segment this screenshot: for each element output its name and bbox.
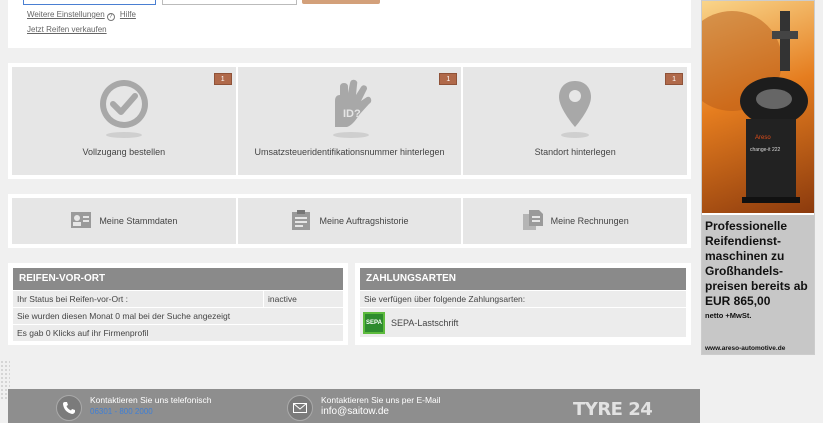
clipboard-icon bbox=[290, 209, 312, 233]
svg-text:Areso: Areso bbox=[755, 135, 771, 141]
reifen-vor-ort-panel: REIFEN-VOR-ORT Ihr Status bei Reifen-vor… bbox=[8, 263, 348, 345]
email-link[interactable]: info@saitow.de bbox=[321, 406, 441, 417]
svg-text:change-it 222: change-it 222 bbox=[750, 147, 781, 153]
tyre24-logo[interactable]: TYRE 24 bbox=[573, 399, 653, 420]
tile-vat-id[interactable]: 1 ID? Umsatzsteueridentifikationsnummer … bbox=[237, 67, 462, 175]
search-input-secondary[interactable] bbox=[162, 0, 297, 5]
tile-label: Umsatzsteueridentifikationsnummer hinter… bbox=[254, 147, 445, 157]
settings-info-icon[interactable]: ? bbox=[106, 13, 115, 21]
table-row: Ihr Status bei Reifen-vor-Ort : inactive bbox=[13, 290, 343, 307]
tile-badge: 1 bbox=[439, 73, 458, 85]
search-links: Weitere Einstellungen? Hilfe bbox=[27, 10, 136, 21]
ad-url: www.areso-automotive.de bbox=[705, 345, 786, 352]
map-pin-icon bbox=[555, 77, 595, 141]
panel-title: REIFEN-VOR-ORT bbox=[13, 268, 343, 290]
tile-label: Standort hinterlegen bbox=[534, 147, 616, 157]
action-tiles: 1 Vollzugang bestellen 1 ID? Umsatzsteue… bbox=[8, 63, 691, 179]
phone-contact: Kontaktieren Sie uns telefonisch 06301 -… bbox=[56, 395, 211, 421]
payment-method-row: SEPA SEPA-Lastschrift bbox=[360, 307, 686, 337]
id-hand-icon: ID? bbox=[321, 77, 379, 141]
nav-label: Meine Auftragshistorie bbox=[319, 216, 409, 226]
nav-master-data[interactable]: Meine Stammdaten bbox=[12, 198, 236, 244]
ad-copy: Professionelle Reifendienst-maschinen zu… bbox=[702, 215, 814, 354]
status-label: Ihr Status bei Reifen-vor-Ort : bbox=[17, 294, 129, 304]
table-row: Sie wurden diesen Monat 0 mal bei der Su… bbox=[13, 307, 343, 324]
more-settings-link[interactable]: Weitere Einstellungen bbox=[27, 10, 105, 19]
search-input-primary[interactable] bbox=[23, 0, 156, 5]
sell-tires-link[interactable]: Jetzt Reifen verkaufen bbox=[27, 25, 107, 34]
tile-full-access[interactable]: 1 Vollzugang bestellen bbox=[12, 67, 236, 175]
phone-number-link[interactable]: 06301 - 800 2000 bbox=[90, 406, 211, 417]
nav-order-history[interactable]: Meine Auftragshistorie bbox=[237, 198, 462, 244]
profile-clicks-text: Es gab 0 Klicks auf ihr Firmenprofil bbox=[17, 328, 149, 338]
tire-changer-machine-image: Areso change-it 222 bbox=[702, 1, 814, 213]
id-card-icon bbox=[70, 210, 92, 232]
payment-method-label: SEPA-Lastschrift bbox=[391, 317, 459, 328]
contact-footer: Kontaktieren Sie uns telefonisch 06301 -… bbox=[8, 389, 700, 423]
phone-icon bbox=[56, 395, 82, 421]
sepa-logo-icon: SEPA bbox=[363, 311, 385, 334]
phone-contact-label: Kontaktieren Sie uns telefonisch bbox=[90, 395, 212, 405]
account-nav: Meine Stammdaten Meine Auftragshistorie … bbox=[8, 194, 691, 248]
tile-location[interactable]: 1 Standort hinterlegen bbox=[463, 67, 688, 175]
payment-intro: Sie verfügen über folgende Zahlungsarten… bbox=[360, 290, 686, 307]
advertisement-banner[interactable]: Areso change-it 222 Professionelle Reife… bbox=[701, 0, 815, 355]
table-row: Es gab 0 Klicks auf ihr Firmenprofil bbox=[13, 324, 343, 341]
tile-badge: 1 bbox=[213, 73, 232, 85]
ad-headline: Professionelle Reifendienst-maschinen zu… bbox=[705, 219, 808, 308]
svg-text:ID?: ID? bbox=[343, 108, 361, 120]
nav-invoices[interactable]: Meine Rechnungen bbox=[463, 198, 688, 244]
tile-badge: 1 bbox=[665, 73, 684, 85]
search-panel: Weitere Einstellungen? Hilfe Jetzt Reife… bbox=[8, 0, 691, 48]
documents-icon bbox=[522, 209, 544, 233]
search-views-text: Sie wurden diesen Monat 0 mal bei der Su… bbox=[17, 311, 231, 321]
nav-label: Meine Rechnungen bbox=[550, 216, 629, 226]
status-value: inactive bbox=[263, 291, 297, 307]
search-button[interactable] bbox=[302, 0, 380, 4]
envelope-icon bbox=[287, 395, 313, 421]
ad-price-note: netto +MwSt. bbox=[705, 311, 752, 320]
payment-methods-panel: ZAHLUNGSARTEN Sie verfügen über folgende… bbox=[355, 263, 691, 345]
email-contact: Kontaktieren Sie uns per E-Mail info@sai… bbox=[287, 395, 441, 421]
panel-title: ZAHLUNGSARTEN bbox=[360, 268, 686, 290]
tile-label: Vollzugang bestellen bbox=[82, 147, 166, 157]
checkmark-icon bbox=[97, 77, 151, 141]
email-contact-label: Kontaktieren Sie uns per E-Mail bbox=[321, 395, 441, 405]
nav-label: Meine Stammdaten bbox=[99, 216, 178, 226]
help-link[interactable]: Hilfe bbox=[120, 10, 136, 19]
